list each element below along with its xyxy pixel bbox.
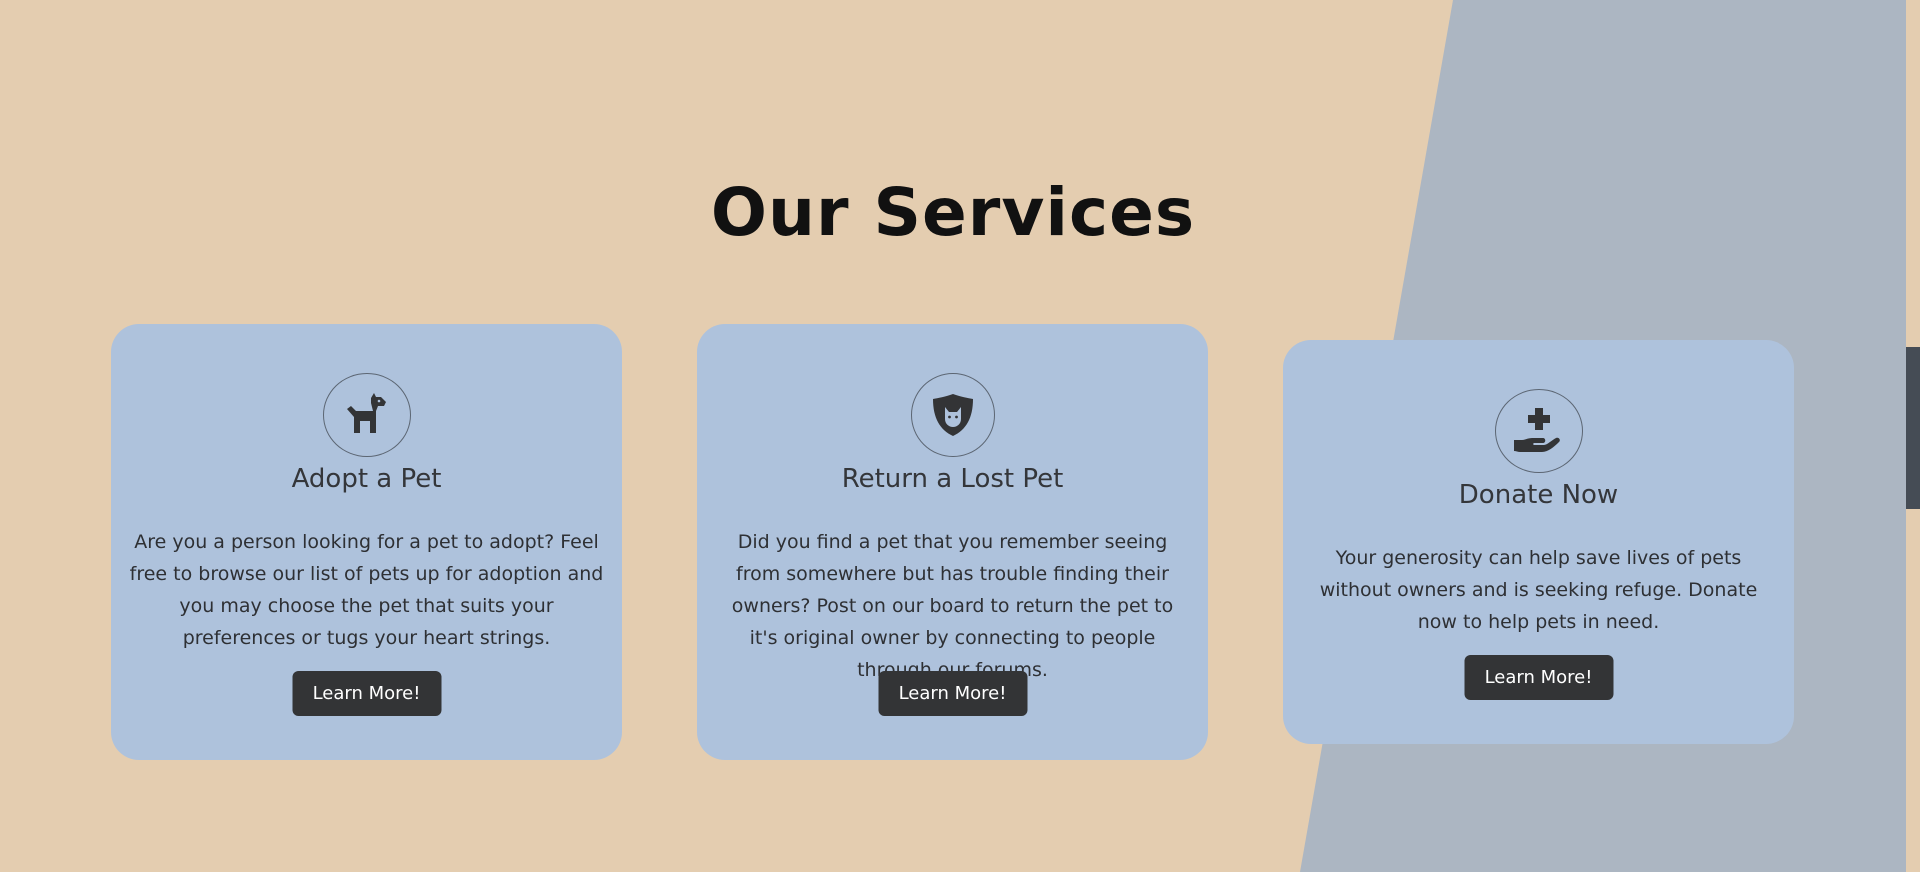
service-card-return-lost-pet: Return a Lost Pet Did you find a pet tha… — [697, 324, 1208, 760]
cat-shield-icon — [910, 373, 995, 457]
dog-icon — [322, 373, 411, 457]
card-description: Are you a person looking for a pet to ad… — [129, 531, 604, 649]
card-description: Your generosity can help save lives of p… — [1319, 547, 1758, 633]
learn-more-button[interactable]: Learn More! — [292, 671, 441, 716]
scrollbar-thumb[interactable] — [1906, 347, 1920, 509]
card-description: Did you find a pet that you remember see… — [731, 531, 1174, 681]
learn-more-button[interactable]: Learn More! — [878, 671, 1027, 716]
service-card-donate: Donate Now Your generosity can help save… — [1283, 340, 1794, 744]
card-title: Adopt a Pet — [291, 464, 442, 494]
section-title: Our Services — [710, 174, 1196, 251]
card-title: Donate Now — [1458, 480, 1619, 510]
learn-more-button[interactable]: Learn More! — [1464, 655, 1613, 700]
service-card-adopt: Adopt a Pet Are you a person looking for… — [111, 324, 622, 760]
hand-holding-medical-icon — [1494, 389, 1583, 473]
card-title: Return a Lost Pet — [841, 464, 1064, 494]
